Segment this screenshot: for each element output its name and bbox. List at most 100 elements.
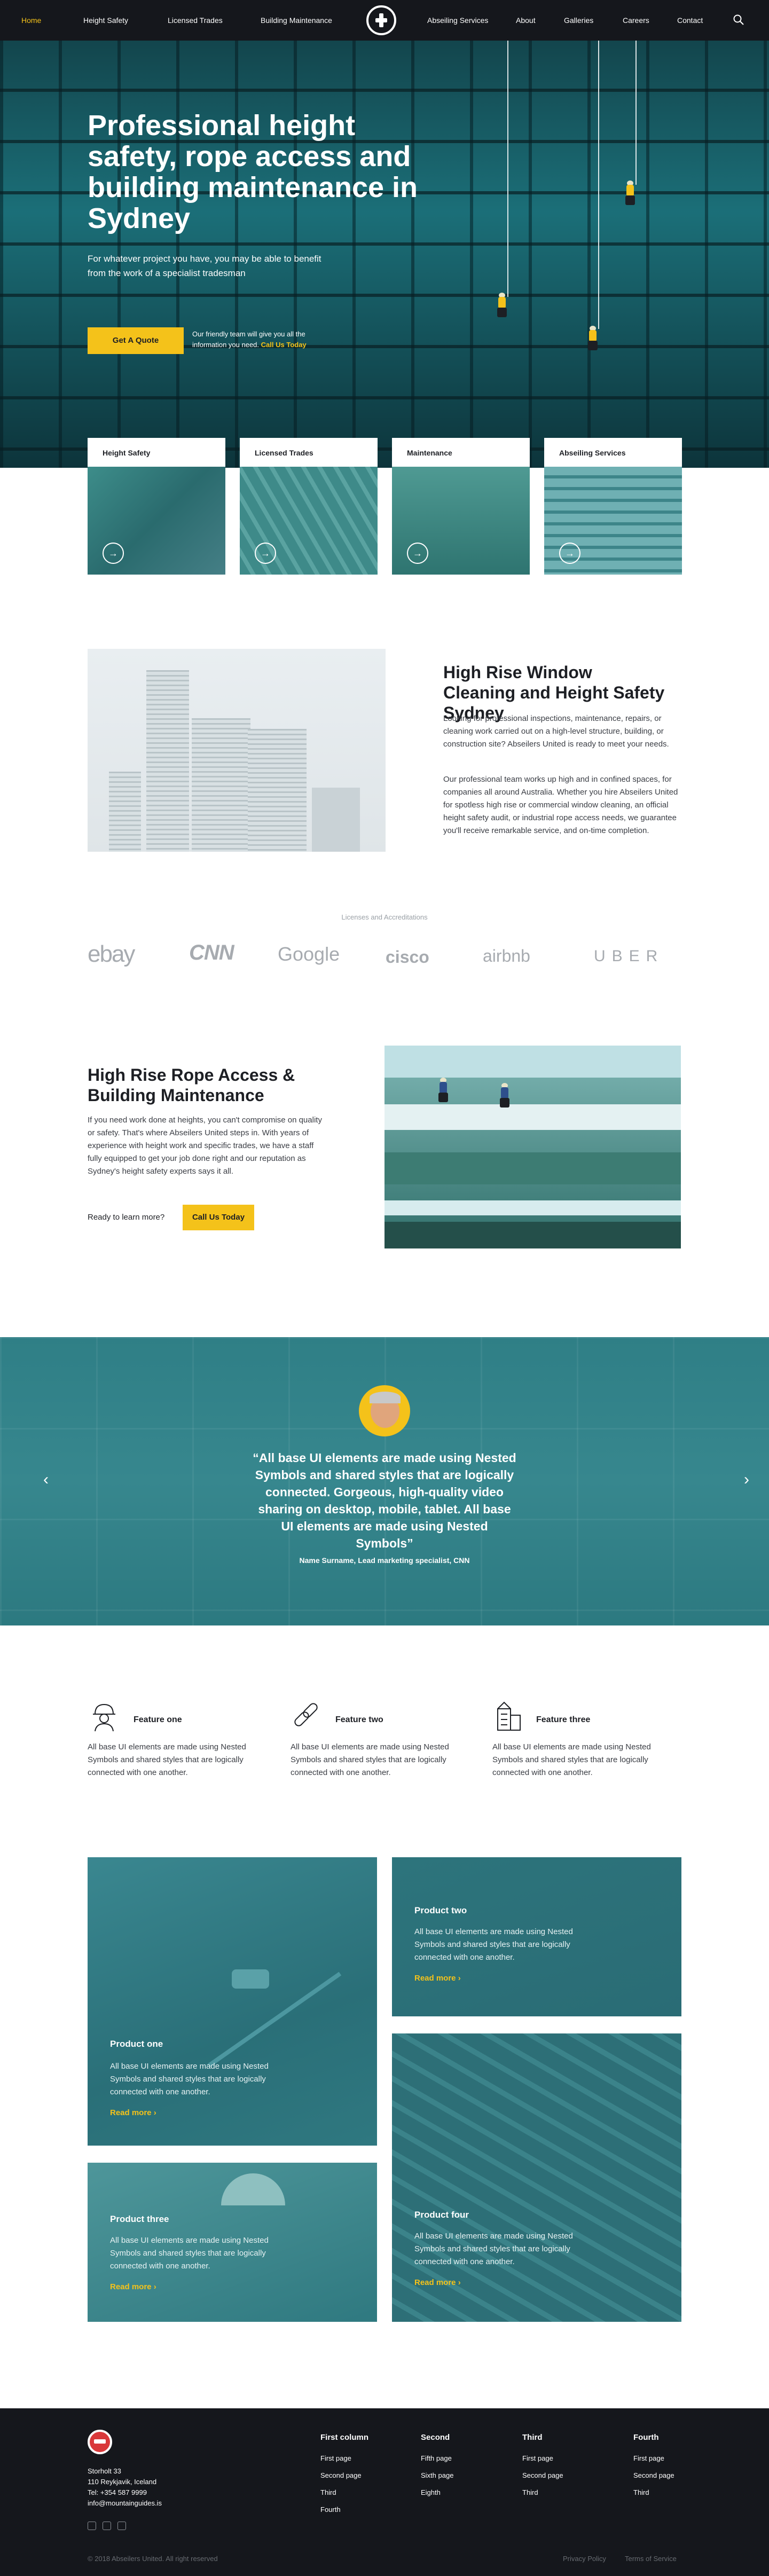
footer-link[interactable]: Second page	[320, 2471, 362, 2479]
product-title: Product three	[110, 2214, 169, 2224]
rope-access-text: If you need work done at heights, you ca…	[88, 1116, 322, 1176]
footer-link[interactable]: Sixth page	[421, 2471, 453, 2479]
nav-building-maintenance[interactable]: Building Maintenance	[261, 16, 332, 25]
feature-title: Feature three	[536, 1715, 591, 1724]
product-card-two[interactable]: Product two All base UI elements are mad…	[392, 1857, 681, 2016]
footer-col-title: First column	[320, 2433, 369, 2442]
footer-link[interactable]: Third	[633, 2488, 649, 2496]
footer-link[interactable]: Third	[320, 2488, 336, 2496]
read-more-link[interactable]: Read more ›	[110, 2282, 156, 2291]
arrow-right-icon[interactable]: →	[103, 543, 124, 564]
climber-figure	[585, 326, 601, 350]
facebook-icon[interactable]	[103, 2522, 111, 2530]
footer-col-title: Fourth	[633, 2433, 659, 2442]
product-text: All base UI elements are made using Nest…	[110, 2062, 269, 2096]
rope	[507, 41, 508, 297]
logo-ebay: ebay	[88, 941, 135, 967]
top-nav: Home Height Safety Licensed Trades Build…	[0, 0, 769, 41]
nav-licensed-trades[interactable]: Licensed Trades	[168, 16, 223, 25]
cross-shield-icon[interactable]	[88, 2430, 112, 2454]
rope	[635, 41, 637, 185]
logos-title: Licenses and Accreditations	[341, 913, 428, 921]
climber-figure	[494, 293, 510, 317]
arrow-right-icon[interactable]: →	[255, 543, 276, 564]
get-quote-button[interactable]: Get A Quote	[88, 327, 184, 354]
service-card-licensed-trades[interactable]: Licensed Trades →	[240, 438, 378, 575]
feature-text: All base UI elements are made using Nest…	[291, 1742, 449, 1777]
feature-title: Feature two	[335, 1715, 383, 1724]
product-title: Product four	[414, 2210, 469, 2220]
footer-link[interactable]: Second page	[522, 2471, 563, 2479]
testimonial-section: “All base UI elements are made using Nes…	[0, 1337, 769, 1625]
nav-contact[interactable]: Contact	[677, 16, 703, 25]
nav-abseiling-services[interactable]: Abseiling Services	[427, 16, 488, 25]
product-title: Product one	[110, 2039, 163, 2049]
terms-link[interactable]: Terms of Service	[625, 2555, 677, 2563]
footer-link[interactable]: First page	[633, 2454, 664, 2462]
logo-uber: UBER	[594, 947, 664, 965]
search-icon[interactable]	[733, 14, 744, 26]
logo-airbnb: airbnb	[483, 946, 530, 965]
chevron-right-icon[interactable]: ›	[740, 1472, 753, 1488]
arrow-right-icon[interactable]: →	[407, 543, 428, 564]
logo-google: Google	[278, 943, 340, 965]
page: Home Height Safety Licensed Trades Build…	[0, 0, 769, 2576]
hero: Professional height safety, rope access …	[0, 41, 769, 468]
footer-col-title: Third	[522, 2433, 543, 2442]
hero-lead: For whatever project you have, you may b…	[88, 254, 321, 278]
chevron-left-icon[interactable]: ‹	[40, 1472, 52, 1488]
nav-height-safety[interactable]: Height Safety	[83, 16, 128, 25]
cross-shield-icon[interactable]	[366, 5, 396, 35]
footer-link[interactable]: Second page	[633, 2471, 674, 2479]
nav-careers[interactable]: Careers	[623, 16, 649, 25]
footer-link[interactable]: Eighth	[421, 2488, 441, 2496]
read-more-link[interactable]: Read more ›	[110, 2108, 156, 2117]
footer: Storholt 33 110 Reykjavik, Iceland Tel: …	[0, 2408, 769, 2576]
read-more-link[interactable]: Read more ›	[414, 2278, 461, 2287]
service-card-height-safety[interactable]: Height Safety →	[88, 438, 225, 575]
logo-cisco: cisco	[386, 947, 429, 967]
service-card-abseiling[interactable]: Abseiling Services →	[544, 438, 682, 575]
climber-figure	[622, 180, 638, 205]
copyright: © 2018 Abseilers United. All right reser…	[88, 2555, 218, 2563]
nav-about[interactable]: About	[516, 16, 536, 25]
service-card-maintenance[interactable]: Maintenance →	[392, 438, 530, 575]
call-us-link[interactable]: Call Us Today	[261, 341, 307, 349]
testimonial-author: Name Surname, Lead marketing specialist,…	[299, 1556, 470, 1565]
avatar	[359, 1385, 410, 1436]
phone-text: Tel: +354 587 9999	[88, 2488, 147, 2496]
footer-link[interactable]: First page	[522, 2454, 553, 2462]
product-text: All base UI elements are made using Nest…	[414, 1927, 573, 1962]
window-cleaning-p1: Looking for professional inspections, ma…	[443, 714, 669, 749]
product-text: All base UI elements are made using Nest…	[110, 2236, 269, 2271]
linkedin-icon[interactable]	[117, 2522, 126, 2530]
call-us-button[interactable]: Call Us Today	[183, 1205, 254, 1230]
window-cleaning-p2: Our professional team works up high and …	[443, 775, 678, 835]
twitter-icon[interactable]	[88, 2522, 96, 2530]
privacy-link[interactable]: Privacy Policy	[563, 2555, 606, 2563]
product-card-four[interactable]: Product four All base UI elements are ma…	[392, 2033, 681, 2322]
feature-text: All base UI elements are made using Nest…	[492, 1742, 651, 1777]
skyscraper-image	[88, 649, 386, 852]
email-link[interactable]: info@mountainguides.is	[88, 2498, 162, 2509]
worker-icon	[93, 1703, 115, 1732]
nav-galleries[interactable]: Galleries	[564, 16, 593, 25]
footer-link[interactable]: Third	[522, 2488, 538, 2496]
arrow-right-icon[interactable]: →	[559, 543, 580, 564]
service-card-label: Licensed Trades	[240, 438, 378, 467]
rope-access-title: High Rise Rope Access & Building Mainten…	[88, 1065, 295, 1105]
product-card-one[interactable]: Product one All base UI elements are mad…	[88, 1857, 377, 2146]
footer-link[interactable]: First page	[320, 2454, 351, 2462]
ready-text: Ready to learn more?	[88, 1213, 165, 1222]
footer-link[interactable]: Fourth	[320, 2506, 341, 2514]
product-text: All base UI elements are made using Nest…	[414, 2232, 573, 2266]
rope-access-image	[384, 1046, 681, 1248]
read-more-link[interactable]: Read more ›	[414, 1974, 461, 1983]
product-card-three[interactable]: Product three All base UI elements are m…	[88, 2163, 377, 2322]
nav-home[interactable]: Home	[21, 16, 41, 25]
rope	[598, 41, 599, 329]
service-card-label: Abseiling Services	[544, 438, 682, 467]
logo-cnn: CNN	[189, 941, 234, 964]
feature-text: All base UI elements are made using Nest…	[88, 1742, 246, 1777]
footer-link[interactable]: Fifth page	[421, 2454, 452, 2462]
